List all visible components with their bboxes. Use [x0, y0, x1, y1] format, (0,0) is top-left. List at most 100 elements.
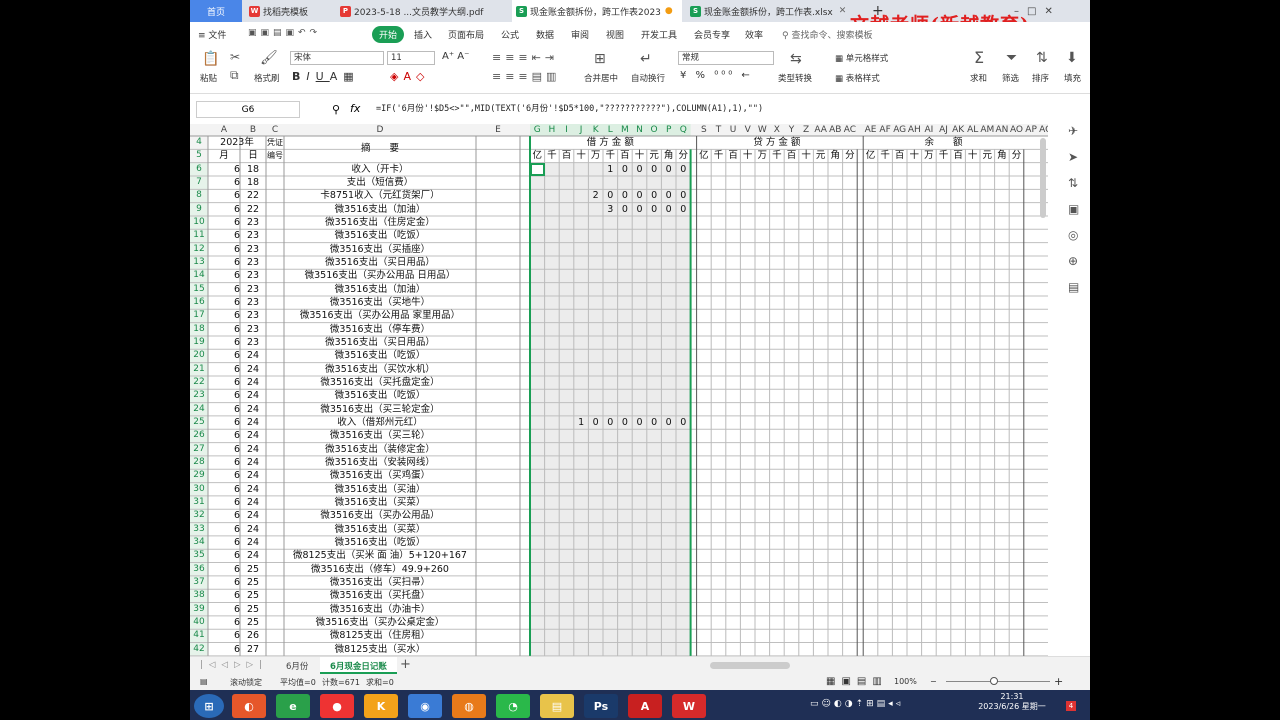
- row-number[interactable]: 38: [190, 589, 208, 602]
- menu-data[interactable]: 数据: [536, 28, 554, 41]
- row-number[interactable]: 12: [190, 243, 208, 256]
- menu-member[interactable]: 会员专享: [694, 28, 730, 41]
- tab-home[interactable]: 首页: [190, 0, 242, 22]
- row-number[interactable]: 25: [190, 416, 208, 429]
- row-number[interactable]: 27: [190, 443, 208, 456]
- spreadsheet-grid[interactable]: A B C D E G H I J K L M N O P Q S T U V W X Y Z AA AB AC AE AF AG AH AI…: [190, 124, 1048, 656]
- row-number[interactable]: 18: [190, 323, 208, 336]
- row-number[interactable]: 9: [190, 203, 208, 216]
- tab-workbook-xlsx[interactable]: S 现金账金额拆份，跨工作表.xlsx ✕: [686, 0, 858, 22]
- row-number[interactable]: 20: [190, 349, 208, 362]
- app-icon-2[interactable]: e: [276, 694, 310, 718]
- active-cell-g6[interactable]: [530, 162, 545, 176]
- start-button[interactable]: ⊞: [194, 694, 224, 718]
- row-number[interactable]: 16: [190, 296, 208, 309]
- folder-icon[interactable]: ▤: [540, 694, 574, 718]
- close-icon[interactable]: ✕: [839, 6, 847, 16]
- app-icon-1[interactable]: ◐: [232, 694, 266, 718]
- menu-page-layout[interactable]: 页面布局: [448, 28, 484, 41]
- column-header[interactable]: AQ: [1038, 124, 1048, 137]
- row-number[interactable]: 39: [190, 603, 208, 616]
- row-number[interactable]: 19: [190, 336, 208, 349]
- tab-template[interactable]: W 找稻壳模板: [245, 0, 335, 22]
- column-header[interactable]: AP: [1024, 124, 1039, 137]
- vertical-scrollbar[interactable]: [1040, 138, 1046, 218]
- wechat-icon[interactable]: ◔: [496, 694, 530, 718]
- command-search[interactable]: ⚲ 查找命令、搜索模板: [782, 28, 872, 41]
- row-number[interactable]: 26: [190, 429, 208, 442]
- sort-icon[interactable]: ⇅: [1036, 51, 1048, 65]
- row-number[interactable]: 28: [190, 456, 208, 469]
- menu-insert[interactable]: 插入: [414, 28, 432, 41]
- number-format-buttons[interactable]: ¥ % ⁰⁰⁰ ←: [680, 70, 753, 81]
- tab-pdf[interactable]: P 2023-5-18 ...文员教学大纲.pdf: [336, 0, 506, 22]
- fill-icon[interactable]: ⬇: [1066, 51, 1078, 65]
- row-number[interactable]: 31: [190, 496, 208, 509]
- row-number[interactable]: 4: [190, 136, 208, 149]
- menu-efficiency[interactable]: 效率: [745, 28, 763, 41]
- table-style-button[interactable]: ▦ 表格样式: [835, 72, 880, 84]
- row-number[interactable]: 21: [190, 363, 208, 376]
- align-top-buttons[interactable]: ≡≡≡⇤⇥: [492, 51, 558, 64]
- row-number[interactable]: 34: [190, 536, 208, 549]
- zoom-icon[interactable]: ⚲: [332, 103, 340, 116]
- wps-taskbar-icon[interactable]: W: [672, 694, 706, 718]
- zoom-in-button[interactable]: +: [1054, 675, 1063, 688]
- wrap-icon[interactable]: ↵: [640, 52, 652, 66]
- app-icon-4[interactable]: ◉: [408, 694, 442, 718]
- merge-icon[interactable]: ⊞: [594, 52, 606, 66]
- row-number[interactable]: 35: [190, 549, 208, 562]
- row-number[interactable]: 36: [190, 563, 208, 576]
- name-box[interactable]: G6: [196, 101, 300, 118]
- fx-icon[interactable]: fx: [350, 102, 360, 115]
- horizontal-scrollbar[interactable]: [710, 662, 790, 669]
- menu-developer[interactable]: 开发工具: [641, 28, 677, 41]
- filter-icon[interactable]: ⏷: [1006, 51, 1017, 65]
- menu-review[interactable]: 审阅: [571, 28, 589, 41]
- color-buttons[interactable]: ◈A◇: [390, 70, 429, 83]
- sheet-tab-june[interactable]: 6月份: [286, 660, 308, 672]
- acrobat-icon[interactable]: A: [628, 694, 662, 718]
- row-number[interactable]: 5: [190, 149, 208, 162]
- row-number[interactable]: 42: [190, 643, 208, 656]
- convert-label[interactable]: 类型转换: [778, 72, 812, 84]
- tab-active-workbook[interactable]: S 现金账金额拆份，跨工作表2023 ●: [512, 0, 682, 22]
- clock[interactable]: 21:31 2023/6/26 星期一: [972, 692, 1052, 712]
- row-number[interactable]: 37: [190, 576, 208, 589]
- menu-view[interactable]: 视图: [606, 28, 624, 41]
- sort-label[interactable]: 排序: [1032, 72, 1049, 84]
- sheet-tab-cash-journal[interactable]: 6月现金日记账: [320, 657, 397, 674]
- font-grow-shrink[interactable]: A⁺ A⁻: [442, 51, 469, 62]
- system-tray-icons[interactable]: ▭☺◐◑⇡⊞▤◂◃: [810, 699, 903, 709]
- row-number[interactable]: 8: [190, 189, 208, 202]
- quick-access-toolbar[interactable]: ▣▣▤▣↶↷: [248, 28, 321, 38]
- row-number[interactable]: 11: [190, 229, 208, 242]
- row-number[interactable]: 10: [190, 216, 208, 229]
- number-format-select[interactable]: 常规: [678, 51, 774, 65]
- formula-input[interactable]: =IF('6月份'!$D5<>"",MID(TEXT('6月份'!$D5*100…: [376, 101, 1056, 118]
- zoom-slider[interactable]: [946, 681, 1050, 682]
- app-icon-k[interactable]: K: [364, 694, 398, 718]
- row-number[interactable]: 15: [190, 283, 208, 296]
- sum-icon[interactable]: Σ: [974, 50, 984, 66]
- row-number[interactable]: 23: [190, 389, 208, 402]
- row-number[interactable]: 7: [190, 176, 208, 189]
- row-number[interactable]: 24: [190, 403, 208, 416]
- column-header[interactable]: E: [476, 124, 520, 137]
- cell-style-button[interactable]: ▦ 单元格样式: [835, 52, 888, 64]
- row-number[interactable]: 29: [190, 469, 208, 482]
- column-header[interactable]: D: [284, 124, 476, 137]
- row-number[interactable]: 13: [190, 256, 208, 269]
- notification-badge[interactable]: 4: [1066, 701, 1076, 711]
- format-painter-icon[interactable]: 🖌: [260, 51, 278, 65]
- fill-label[interactable]: 填充: [1064, 72, 1081, 84]
- font-style-buttons[interactable]: BIUA▦: [292, 70, 360, 83]
- firefox-icon[interactable]: ◍: [452, 694, 486, 718]
- sheet-nav-arrows[interactable]: |◁◁▷▷|: [200, 660, 268, 670]
- chrome-icon[interactable]: ●: [320, 694, 354, 718]
- copy-icon[interactable]: ⧉: [230, 68, 239, 82]
- side-tool-icons[interactable]: ✈ ➤ ⇅ ▣ ◎ ⊕ ▤: [1068, 118, 1079, 300]
- row-number[interactable]: 22: [190, 376, 208, 389]
- menu-start[interactable]: 开始: [372, 26, 405, 43]
- align-bottom-buttons[interactable]: ≡≡≡▤▥: [492, 70, 560, 83]
